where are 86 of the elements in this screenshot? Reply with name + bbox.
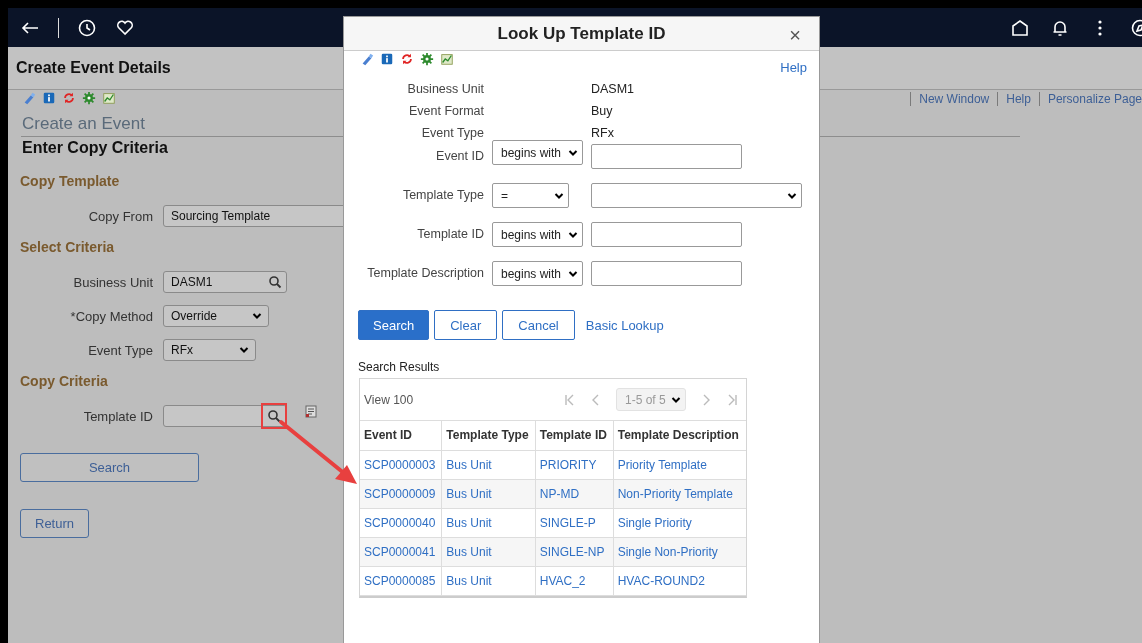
page-heading: Create an Event [22,114,145,133]
field-label: Copy From [87,208,153,224]
field-label: Business Unit [72,274,153,290]
result-link[interactable]: Priority Template [617,457,707,472]
result-link[interactable]: SCP0000040 [364,515,436,530]
field-label: Event Type [420,125,484,142]
dialog-button[interactable]: Clear [434,310,498,340]
result-link[interactable]: Bus Unit [446,457,492,472]
search-field[interactable] [591,222,742,247]
caret-icon [671,395,681,404]
field-label: Event Type [87,342,153,358]
result-link[interactable]: SCP0000085 [364,573,436,588]
chart-icon[interactable] [440,52,454,66]
dropdown[interactable]: Override [163,305,269,327]
section-heading: Copy Criteria [20,373,108,389]
history-icon[interactable] [77,17,97,38]
column-header: Template ID [535,421,614,450]
result-link[interactable]: PRIORITY [539,457,597,472]
caret-icon [568,269,578,278]
help-link[interactable]: Help [780,60,807,79]
dialog-button[interactable]: Search [358,310,430,340]
field-label: Template ID [82,408,153,424]
gear-icon[interactable] [420,52,434,66]
field-value: RFx [591,125,615,142]
search-field[interactable] [591,144,742,169]
lookup-field[interactable]: DASM1 [163,271,287,293]
section-title: Enter Copy Criteria [22,139,168,156]
page-link[interactable]: Personalize Page [1038,92,1142,106]
result-link[interactable]: HVAC-ROUND2 [617,573,705,588]
field-label: Template ID [416,226,484,243]
caret-icon [568,148,578,157]
caret-icon [554,191,564,200]
caret-icon [239,346,249,354]
operator-dropdown[interactable]: begins with [492,222,583,247]
view-all-link[interactable]: View 100 [364,392,414,407]
dialog-title: Look Up Template ID [497,23,666,44]
section-heading: Copy Template [20,173,120,189]
caret-icon [252,312,262,320]
page-button[interactable]: Return [20,509,90,538]
column-header: Event ID [360,421,442,450]
field-label: Event ID [435,148,484,165]
field-label: Business Unit [406,81,484,98]
page-title: Create Event Details [16,59,171,77]
caret-icon [568,230,578,239]
results-title: Search Results [358,360,441,374]
chart-icon[interactable] [102,91,116,105]
result-link[interactable]: Single Priority [617,515,692,530]
section-heading: Select Criteria [20,239,115,255]
page-link[interactable]: Help [997,92,1039,106]
search-icon[interactable] [268,275,282,289]
refresh-icon[interactable] [62,91,76,105]
field-value: Buy [591,103,614,120]
search-field[interactable] [591,261,742,286]
home-icon[interactable] [1010,17,1030,38]
basic-lookup-link[interactable]: Basic Lookup [585,317,664,333]
close-button[interactable]: × [789,25,801,45]
lookup-field[interactable] [163,405,287,427]
field-label: *Copy Method [69,308,153,324]
field-label: Event Format [407,103,484,120]
dropdown[interactable]: RFx [163,339,256,361]
info-icon[interactable] [380,52,394,66]
caret-icon [787,191,797,200]
result-link[interactable]: Bus Unit [446,515,492,530]
field-label: Template Description [366,265,484,282]
prompt-list-icon[interactable] [305,405,319,419]
result-link[interactable]: SINGLE-P [539,515,596,530]
page-button[interactable]: Search [20,453,199,482]
info-icon[interactable] [42,91,56,105]
dialog-button[interactable]: Cancel [502,310,575,340]
refresh-icon[interactable] [400,52,414,66]
pen-icon[interactable] [360,52,374,66]
result-link[interactable]: SCP0000003 [364,457,436,472]
result-link[interactable]: HVAC_2 [539,573,586,588]
page-link[interactable]: New Window [910,92,998,106]
field-value: DASM1 [591,81,636,98]
pen-icon[interactable] [22,91,36,105]
result-link[interactable]: Bus Unit [446,573,492,588]
operator-dropdown[interactable]: begins with [492,140,583,165]
operator-dropdown[interactable]: begins with [492,261,583,286]
column-header: Template Description [613,421,746,450]
gear-icon[interactable] [82,91,96,105]
search-icon[interactable] [267,409,281,423]
column-header: Template Type [441,421,536,450]
field-label: Template Type [401,187,484,204]
operator-dropdown[interactable]: = [492,183,569,208]
value-dropdown[interactable] [591,183,802,208]
